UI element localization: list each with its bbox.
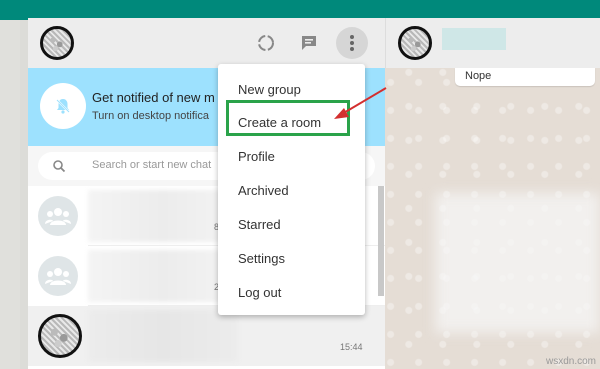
menu-item-starred[interactable]: Starred — [218, 207, 365, 241]
message-text: Nope — [465, 70, 492, 82]
chat-list-scrollbar[interactable] — [378, 186, 384, 296]
menu-item-log-out[interactable]: Log out — [218, 275, 365, 309]
status-icon[interactable] — [254, 31, 278, 55]
menu-item-settings[interactable]: Settings — [218, 241, 365, 275]
menu-item-profile[interactable]: Profile — [218, 139, 365, 173]
contact-name-blurred — [442, 28, 506, 50]
chat-time: 15:44 — [340, 342, 363, 352]
chat-preview-blurred — [88, 190, 238, 242]
app-top-band — [0, 0, 600, 20]
watermark: wsxdn.com — [545, 356, 596, 367]
search-input[interactable]: Search or start new chat — [92, 159, 211, 171]
app-side-band — [0, 20, 20, 369]
annotation-arrow-icon — [334, 87, 387, 119]
contact-avatar — [38, 314, 82, 358]
group-icon — [38, 256, 78, 296]
bell-off-icon — [40, 83, 86, 129]
conversation-header — [385, 18, 600, 68]
group-icon — [38, 196, 78, 236]
contact-header-avatar[interactable] — [398, 26, 432, 60]
chat-preview-blurred — [88, 310, 238, 362]
notification-subtitle[interactable]: Turn on desktop notifica — [92, 110, 209, 122]
chat-row-selected[interactable]: 15:44 — [28, 306, 385, 366]
menu-icon[interactable] — [336, 27, 368, 59]
search-icon — [53, 160, 66, 173]
menu-item-archived[interactable]: Archived — [218, 173, 365, 207]
blurred-region — [435, 193, 600, 333]
message-bubble: Nope — [455, 68, 595, 86]
new-chat-icon[interactable] — [297, 31, 321, 55]
left-header — [28, 18, 385, 68]
chat-preview-blurred — [88, 250, 238, 302]
notification-title: Get notified of new m — [92, 90, 215, 105]
conversation-panel: Nope wsxdn.com — [385, 18, 600, 369]
my-avatar[interactable] — [40, 26, 74, 60]
